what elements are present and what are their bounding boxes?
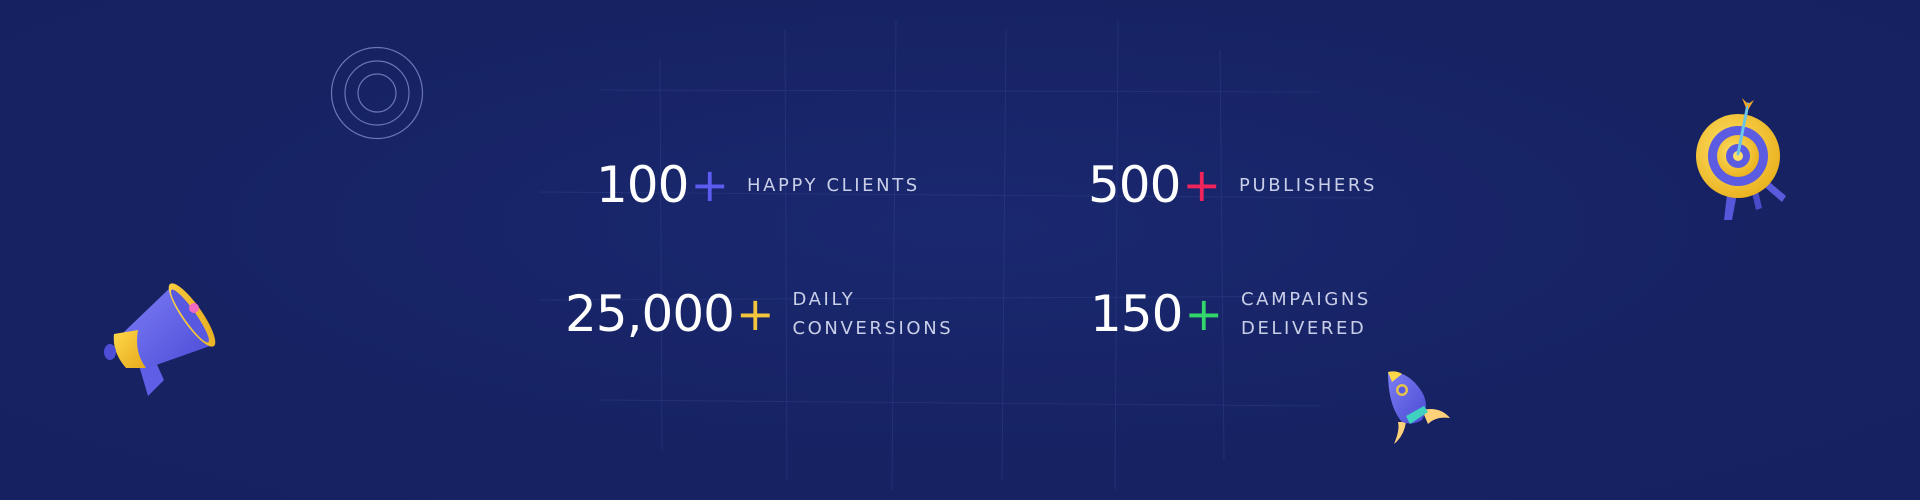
- stat-happy-clients: 100 + HAPPY CLIENTS: [596, 160, 920, 210]
- stat-label: PUBLISHERS: [1238, 174, 1377, 196]
- stat-value: 500: [1088, 156, 1181, 214]
- stat-value: 150: [1090, 285, 1183, 343]
- stat-label: CAMPAIGNS DELIVERED: [1240, 289, 1371, 339]
- rocket-icon: [1388, 371, 1450, 444]
- stat-plus: +: [735, 287, 775, 341]
- stat-campaigns-delivered: 150 + CAMPAIGNS DELIVERED: [1090, 285, 1371, 343]
- stat-plus: +: [690, 158, 729, 212]
- concentric-circles-icon: [330, 46, 424, 140]
- megaphone-icon: [104, 283, 216, 396]
- background-grid: [540, 20, 1370, 490]
- stat-label: DAILY CONVERSIONS: [792, 289, 954, 339]
- stat-publishers: 500 + PUBLISHERS: [1088, 160, 1377, 210]
- stat-value: 25,000: [565, 285, 735, 343]
- target-icon: [1696, 98, 1786, 220]
- stat-plus: +: [1184, 287, 1223, 341]
- stat-daily-conversions: 25,000 + DAILY CONVERSIONS: [565, 285, 953, 343]
- stat-plus: +: [1182, 158, 1221, 212]
- stat-label: HAPPY CLIENTS: [746, 174, 920, 196]
- stat-value: 100: [596, 156, 689, 214]
- stats-banner: 100 + HAPPY CLIENTS 500 + PUBLISHERS 25,…: [0, 0, 1920, 500]
